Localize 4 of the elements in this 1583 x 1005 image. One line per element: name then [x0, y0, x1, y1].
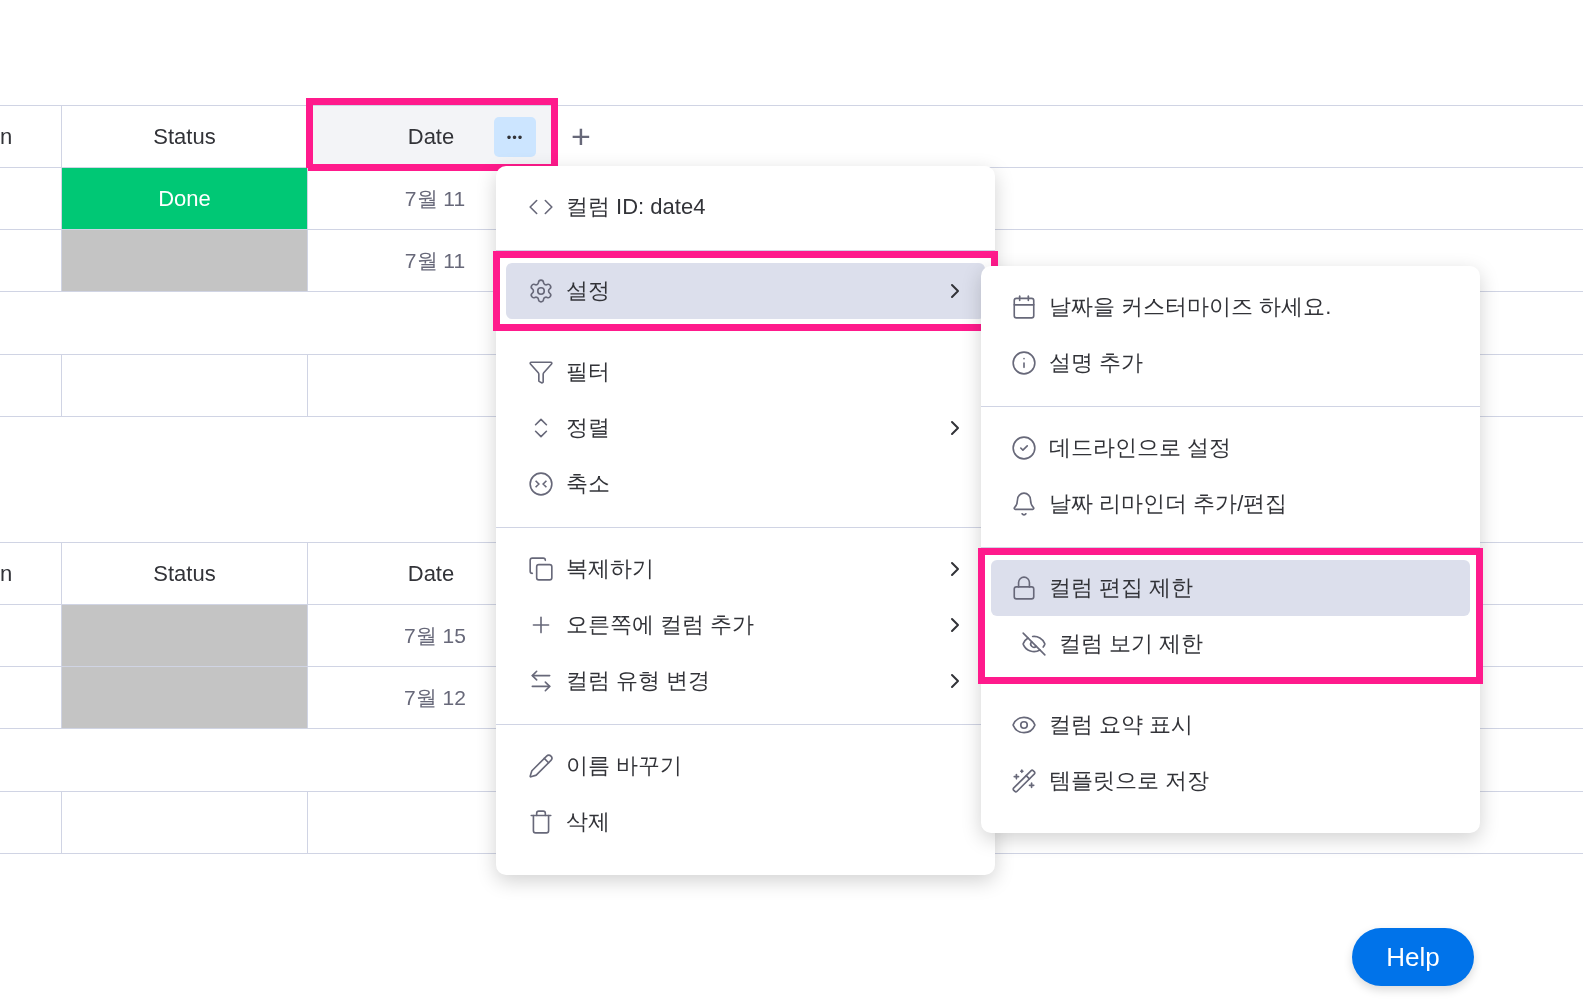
date-cell-text: 7월 11: [404, 185, 466, 212]
date-cell-text: 7월 11: [404, 247, 466, 274]
date-cell-text: 7월 12: [404, 684, 466, 711]
date-cell-text: 7월 15: [404, 622, 466, 649]
